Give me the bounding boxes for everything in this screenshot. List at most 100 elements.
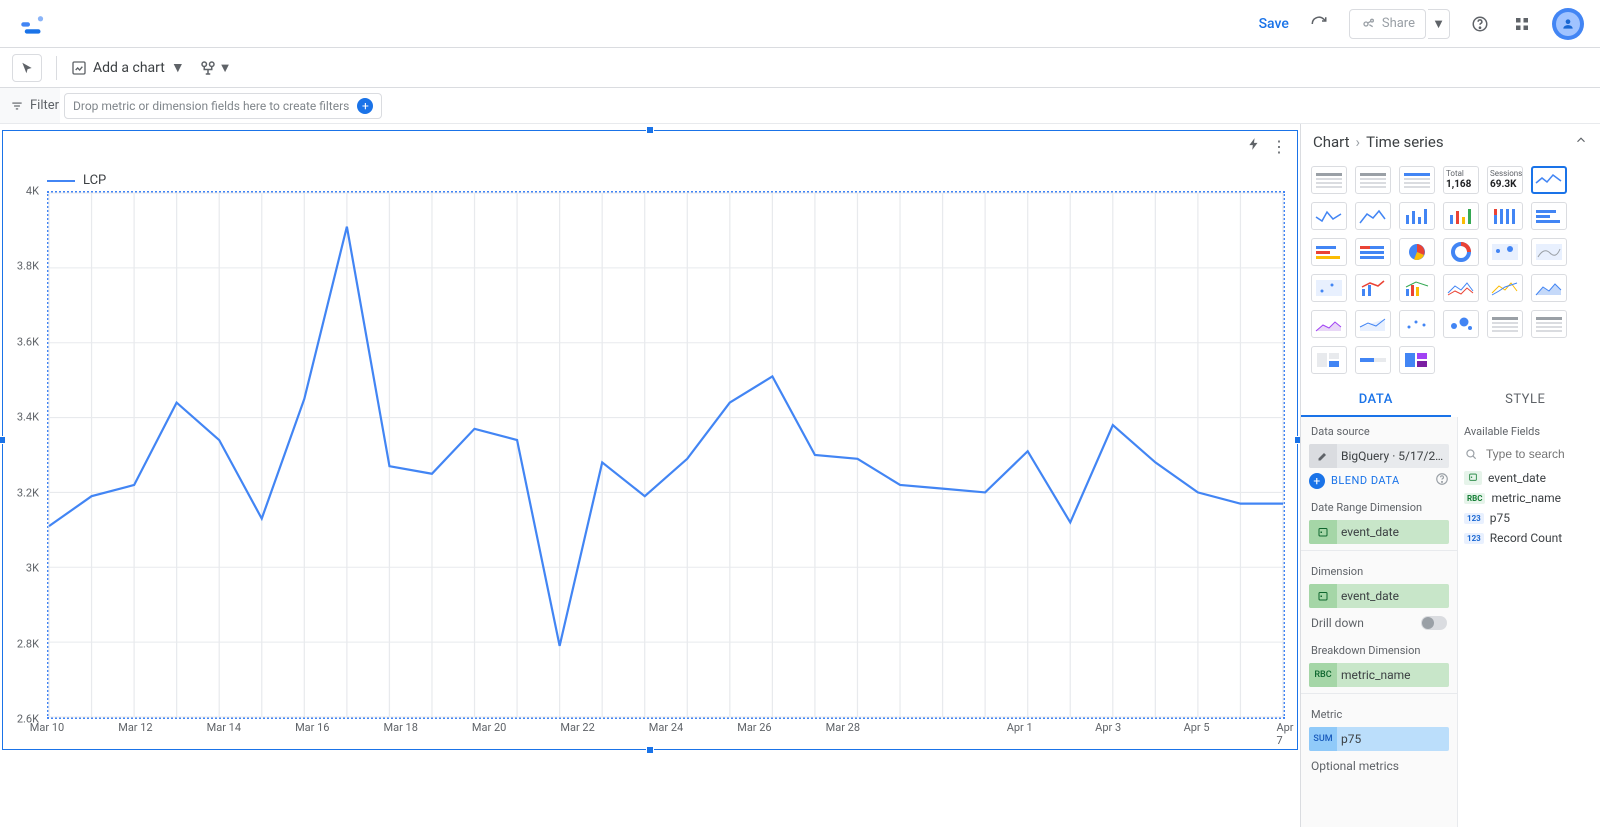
- help-icon[interactable]: [1435, 472, 1449, 489]
- chart-type-thumb[interactable]: [1531, 274, 1567, 302]
- tab-data[interactable]: DATA: [1301, 384, 1451, 417]
- chart-type-thumb[interactable]: [1443, 238, 1479, 266]
- chevron-down-icon: ▼: [171, 59, 185, 76]
- search-icon: [1464, 447, 1478, 461]
- available-fields-title: Available Fields: [1464, 425, 1594, 438]
- resize-handle-right[interactable]: [1294, 436, 1300, 444]
- chart-type-thumb[interactable]: [1399, 166, 1435, 194]
- community-viz-button[interactable]: ▼: [199, 54, 232, 82]
- editor-toolbar: Add a chart ▼ ▼: [0, 48, 1600, 88]
- metric-chip[interactable]: SUM p75: [1309, 727, 1449, 751]
- canvas[interactable]: ⋮ LCP 4K3.8K3.6K3.4K3.2K3K2.8K2.6K Mar 1…: [0, 124, 1300, 827]
- collapse-icon[interactable]: [1574, 133, 1588, 151]
- add-chart-label: Add a chart: [93, 60, 165, 76]
- refresh-icon[interactable]: [1307, 12, 1331, 36]
- optional-metrics-row: Optional metrics: [1301, 753, 1457, 779]
- field-search-input[interactable]: [1484, 446, 1594, 462]
- date-range-chip[interactable]: event_date: [1309, 520, 1449, 544]
- chart-type-thumb[interactable]: [1355, 274, 1391, 302]
- looker-studio-logo: [16, 10, 44, 38]
- calendar-icon: [1309, 520, 1337, 544]
- chart-type-thumb[interactable]: [1531, 202, 1567, 230]
- chart-legend: LCP: [47, 173, 106, 188]
- chart-type-thumb[interactable]: [1443, 310, 1479, 338]
- chart-type-thumb[interactable]: [1487, 238, 1523, 266]
- chart-type-thumb[interactable]: [1399, 310, 1435, 338]
- resize-handle-bottom[interactable]: [646, 746, 654, 754]
- add-filter-icon[interactable]: +: [357, 98, 373, 114]
- chart-type-thumb[interactable]: [1355, 238, 1391, 266]
- resize-handle-top[interactable]: [646, 126, 654, 134]
- data-panel: Data source BigQuery · 5/17/2… + BLEND D…: [1301, 417, 1458, 827]
- chart-type-thumb[interactable]: [1531, 238, 1567, 266]
- more-icon[interactable]: ⋮: [1271, 137, 1287, 156]
- chart-type-picker: Total1,168 Sessions69.3K: [1301, 160, 1600, 380]
- tab-style[interactable]: STYLE: [1451, 384, 1600, 417]
- account-avatar[interactable]: [1552, 8, 1584, 40]
- available-field[interactable]: event_date: [1464, 468, 1594, 488]
- sidebar-header: Chart › Time series: [1301, 124, 1600, 160]
- chart-type-thumb[interactable]: Total1,168: [1443, 166, 1479, 194]
- chart-type-thumb[interactable]: [1399, 274, 1435, 302]
- optional-metrics-label: Optional metrics: [1311, 759, 1399, 773]
- legend-label: LCP: [83, 173, 106, 188]
- chart-type-thumb[interactable]: [1311, 238, 1347, 266]
- chart-type-thumb[interactable]: [1355, 346, 1391, 374]
- chart-type-thumb[interactable]: [1399, 202, 1435, 230]
- share-label: Share: [1382, 16, 1415, 31]
- chart-type-thumb[interactable]: [1443, 202, 1479, 230]
- crumb-leaf: Time series: [1366, 133, 1444, 151]
- calendar-icon: [1309, 584, 1337, 608]
- available-field[interactable]: 123Record Count: [1464, 528, 1594, 548]
- app-topbar: Save Share ▼: [0, 0, 1600, 48]
- drilldown-label: Drill down: [1311, 616, 1364, 630]
- filter-dropzone[interactable]: Drop metric or dimension fields here to …: [64, 93, 382, 119]
- plot-area: [47, 191, 1285, 719]
- chart-type-thumb[interactable]: [1311, 310, 1347, 338]
- filter-label: Filter: [0, 88, 60, 123]
- chart-type-thumb[interactable]: [1311, 346, 1347, 374]
- chart-selection-frame[interactable]: ⋮ LCP 4K3.8K3.6K3.4K3.2K3K2.8K2.6K Mar 1…: [2, 130, 1298, 750]
- dimension-chip[interactable]: event_date: [1309, 584, 1449, 608]
- breakdown-chip[interactable]: RBC metric_name: [1309, 663, 1449, 687]
- sidebar-tabs: DATA STYLE: [1301, 384, 1600, 417]
- apps-grid-icon[interactable]: [1510, 12, 1534, 36]
- filter-placeholder: Drop metric or dimension fields here to …: [73, 99, 349, 113]
- chart-type-thumb[interactable]: [1531, 166, 1567, 194]
- chart-type-thumb[interactable]: [1355, 202, 1391, 230]
- data-source-chip[interactable]: BigQuery · 5/17/2…: [1309, 444, 1449, 468]
- y-axis-ticks: 4K3.8K3.6K3.4K3.2K3K2.8K2.6K: [3, 191, 47, 719]
- chart-type-thumb[interactable]: [1487, 202, 1523, 230]
- chart-type-thumb[interactable]: [1399, 238, 1435, 266]
- chart-type-thumb[interactable]: [1311, 166, 1347, 194]
- blend-data-button[interactable]: + BLEND DATA: [1309, 472, 1449, 489]
- chart-type-thumb[interactable]: [1399, 346, 1435, 374]
- available-fields-panel: Available Fields event_dateRBCmetric_nam…: [1458, 417, 1600, 827]
- drilldown-row: Drill down: [1301, 610, 1457, 636]
- chart-type-thumb[interactable]: [1355, 166, 1391, 194]
- chart-type-thumb[interactable]: [1311, 202, 1347, 230]
- chart-type-thumb[interactable]: [1531, 310, 1567, 338]
- share-caret[interactable]: ▼: [1428, 9, 1450, 39]
- legend-swatch: [47, 180, 75, 182]
- properties-sidebar: Chart › Time series Total1,168 Sessions69…: [1300, 124, 1600, 827]
- pencil-icon: [1309, 444, 1337, 468]
- chart-type-thumb[interactable]: [1311, 274, 1347, 302]
- bolt-icon[interactable]: [1247, 137, 1261, 156]
- chart-type-thumb[interactable]: [1355, 310, 1391, 338]
- save-button[interactable]: Save: [1259, 16, 1289, 32]
- date-range-title: Date Range Dimension: [1301, 493, 1457, 518]
- chart-type-thumb[interactable]: [1443, 274, 1479, 302]
- help-icon[interactable]: [1468, 12, 1492, 36]
- filter-bar: Filter Drop metric or dimension fields h…: [0, 88, 1600, 124]
- select-tool[interactable]: [12, 54, 42, 82]
- share-button[interactable]: Share: [1349, 9, 1426, 39]
- available-field[interactable]: RBCmetric_name: [1464, 488, 1594, 508]
- field-search[interactable]: [1464, 444, 1594, 468]
- drilldown-toggle[interactable]: [1421, 616, 1447, 630]
- chart-type-thumb[interactable]: [1487, 274, 1523, 302]
- available-field[interactable]: 123p75: [1464, 508, 1594, 528]
- add-chart-button[interactable]: Add a chart ▼: [71, 54, 185, 82]
- chart-type-thumb[interactable]: Sessions69.3K: [1487, 166, 1523, 194]
- chart-type-thumb[interactable]: [1487, 310, 1523, 338]
